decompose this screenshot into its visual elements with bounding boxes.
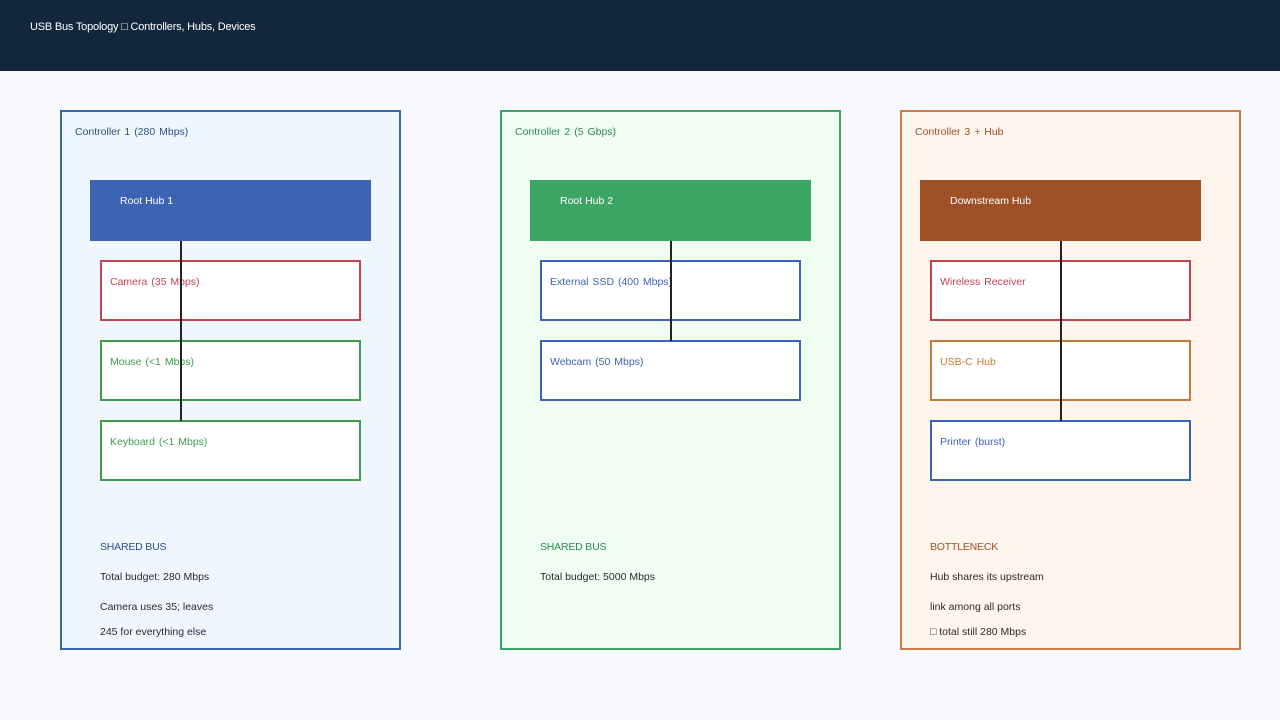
- root-hub-2[interactable]: Root Hub 2: [530, 180, 811, 241]
- controller-2-note-line: Total budget: 5000 Mbps: [540, 571, 655, 583]
- device-wireless-receiver-label: Wireless Receiver: [940, 276, 1026, 288]
- device-camera-label: Camera (35 Mbps): [110, 276, 200, 288]
- device-webcam-label: Webcam (50 Mbps): [550, 356, 644, 368]
- controller-2-note-heading: SHARED BUS: [540, 541, 607, 553]
- controller-3-note-heading: BOTTLENECK: [930, 541, 999, 553]
- controller-1-note-heading: SHARED BUS: [100, 541, 167, 553]
- downstream-hub-label: Downstream Hub: [950, 195, 1032, 207]
- device-webcam[interactable]: Webcam (50 Mbps): [540, 340, 801, 401]
- controller-3-note-line: □ total still 280 Mbps: [930, 626, 1027, 638]
- controller-1-note-line: 245 for everything else: [100, 626, 207, 638]
- controller-1-title: Controller 1 (280 Mbps): [75, 126, 189, 138]
- controller-1-note-line: Total budget: 280 Mbps: [100, 571, 210, 583]
- device-usb-c-hub-label: USB-C Hub: [940, 356, 996, 368]
- controller-3-title: Controller 3 + Hub: [915, 126, 1004, 138]
- device-mouse[interactable]: Mouse (<1 Mbps): [100, 340, 361, 401]
- root-hub-1[interactable]: Root Hub 1: [90, 180, 371, 241]
- controller-3-note-line: link among all ports: [930, 601, 1021, 613]
- device-keyboard[interactable]: Keyboard (<1 Mbps): [100, 420, 361, 481]
- controller-3-note-line: Hub shares its upstream: [930, 571, 1044, 583]
- device-external-ssd-label: External SSD (400 Mbps): [550, 276, 673, 288]
- controller-1-connector: [180, 241, 182, 421]
- controller-3-connector: [1060, 241, 1062, 421]
- device-keyboard-label: Keyboard (<1 Mbps): [110, 436, 208, 448]
- device-camera[interactable]: Camera (35 Mbps): [100, 260, 361, 321]
- page-title: USB Bus Topology □ Controllers, Hubs, De…: [30, 21, 256, 33]
- header-bar: USB Bus Topology □ Controllers, Hubs, De…: [0, 0, 1280, 71]
- device-printer-label: Printer (burst): [940, 436, 1006, 448]
- controller-1-note-line: Camera uses 35; leaves: [100, 601, 214, 613]
- device-printer[interactable]: Printer (burst): [930, 420, 1191, 481]
- controller-2-title: Controller 2 (5 Gbps): [515, 126, 617, 138]
- root-hub-1-label: Root Hub 1: [120, 195, 174, 207]
- downstream-hub[interactable]: Downstream Hub: [920, 180, 1201, 241]
- controller-2-connector: [670, 241, 672, 341]
- root-hub-2-label: Root Hub 2: [560, 195, 614, 207]
